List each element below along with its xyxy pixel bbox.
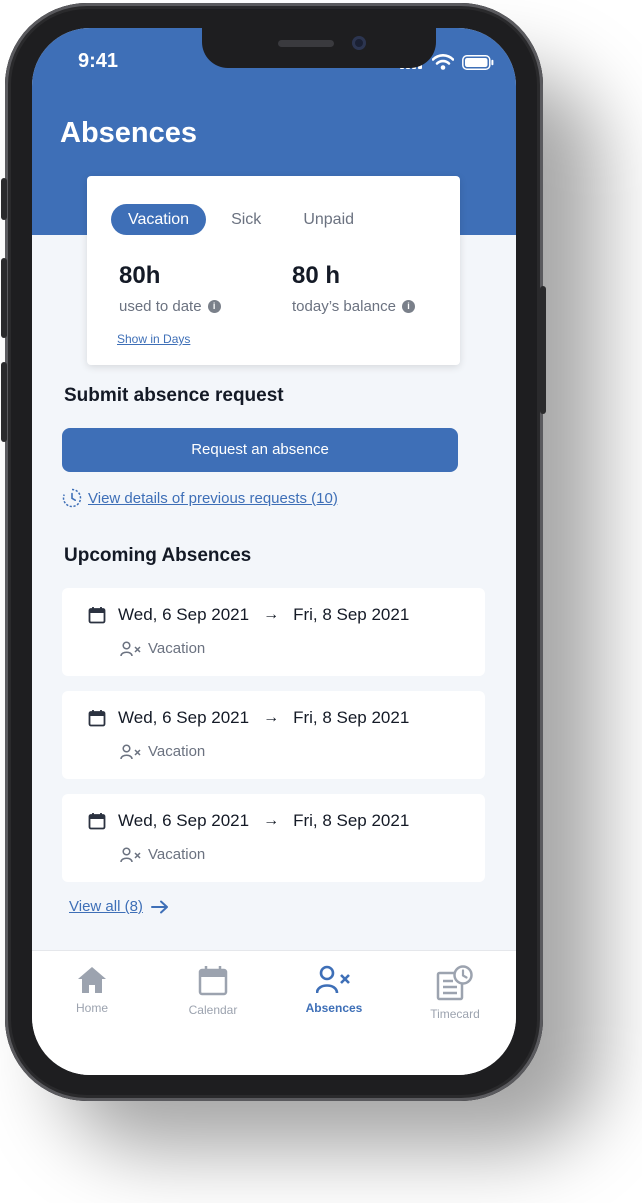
tabbar-label: Calendar — [188, 1003, 238, 1017]
tabbar-item-timecard[interactable]: Timecard — [405, 965, 505, 1021]
tabbar-label: Absences — [305, 1001, 363, 1015]
tab-vacation[interactable]: Vacation — [111, 204, 207, 235]
calendar-icon — [88, 607, 106, 624]
absence-type: Vacation — [120, 743, 205, 760]
show-in-days-link[interactable]: Show in Days — [117, 332, 190, 346]
mute-switch — [1, 178, 7, 220]
absence-card[interactable]: Wed, 6 Sep 2021 → Fri, 8 Sep 2021 Vacati… — [62, 588, 485, 676]
date-range: Wed, 6 Sep 2021 → Fri, 8 Sep 2021 — [88, 708, 409, 728]
tabbar-item-home[interactable]: Home — [42, 965, 142, 1015]
arrow-right-icon — [150, 900, 168, 913]
notch — [202, 28, 436, 68]
end-date: Fri, 8 Sep 2021 — [293, 605, 410, 624]
front-camera — [352, 36, 366, 50]
speaker-grille — [278, 40, 334, 47]
phone-screen: 9:41 Absences Vacation Sick Unpaid 80h u… — [32, 28, 516, 1075]
calendar-icon — [88, 813, 106, 830]
volume-up-button — [1, 258, 7, 338]
balance-label-row: today’s balance i — [292, 298, 415, 315]
start-date: Wed, 6 Sep 2021 — [118, 605, 250, 624]
used-value: 80h — [119, 262, 161, 289]
arrow-right-icon: → — [263, 812, 280, 829]
timecard-icon — [436, 965, 473, 1001]
wifi-icon — [432, 54, 454, 70]
balance-value: 80 h — [292, 262, 341, 289]
balance-card: Vacation Sick Unpaid 80h used to date i … — [87, 176, 460, 365]
request-absence-button[interactable]: Request an absence — [62, 428, 458, 472]
history-clock-icon — [62, 488, 82, 508]
absence-type-label: Vacation — [148, 846, 206, 863]
person-x-icon — [120, 640, 141, 656]
arrow-right-icon: → — [263, 709, 280, 726]
date-range: Wed, 6 Sep 2021 → Fri, 8 Sep 2021 — [88, 811, 409, 831]
person-x-icon — [316, 965, 350, 994]
info-icon[interactable]: i — [401, 300, 415, 313]
used-label-row: used to date i — [119, 298, 221, 315]
tab-sick[interactable]: Sick — [214, 204, 278, 235]
start-date: Wed, 6 Sep 2021 — [118, 811, 250, 830]
balance-stat: 80 h today’s balance i — [292, 262, 415, 315]
used-to-date-stat: 80h used to date i — [119, 262, 221, 315]
tabbar-item-calendar[interactable]: Calendar — [163, 965, 263, 1017]
bottom-tab-bar: Home Calendar Absences Timecard — [32, 950, 516, 1075]
home-icon — [78, 967, 106, 993]
view-all-label[interactable]: View all (8) — [69, 898, 143, 915]
used-label: used to date — [119, 298, 202, 315]
end-date: Fri, 8 Sep 2021 — [293, 811, 410, 830]
calendar-icon — [198, 966, 228, 996]
power-button — [540, 286, 546, 414]
arrow-right-icon: → — [263, 606, 280, 623]
info-icon[interactable]: i — [207, 300, 221, 313]
end-date: Fri, 8 Sep 2021 — [293, 708, 410, 727]
absence-type-label: Vacation — [148, 743, 206, 760]
absence-card[interactable]: Wed, 6 Sep 2021 → Fri, 8 Sep 2021 Vacati… — [62, 794, 485, 882]
absence-card[interactable]: Wed, 6 Sep 2021 → Fri, 8 Sep 2021 Vacati… — [62, 691, 485, 779]
volume-down-button — [1, 362, 7, 442]
start-date: Wed, 6 Sep 2021 — [118, 708, 250, 727]
date-range: Wed, 6 Sep 2021 → Fri, 8 Sep 2021 — [88, 605, 409, 625]
person-x-icon — [120, 743, 141, 759]
battery-icon — [462, 54, 494, 70]
absence-type: Vacation — [120, 846, 205, 863]
tabbar-item-absences[interactable]: Absences — [284, 965, 384, 1015]
balance-label: today’s balance — [292, 298, 396, 315]
previous-requests-link[interactable]: View details of previous requests (10) — [62, 488, 338, 508]
absence-type-tabs: Vacation Sick Unpaid — [111, 204, 371, 235]
absence-type: Vacation — [120, 640, 205, 657]
status-time: 9:41 — [78, 50, 119, 72]
upcoming-section-title: Upcoming Absences — [64, 545, 252, 566]
view-all-link[interactable]: View all (8) — [69, 898, 169, 915]
tab-unpaid[interactable]: Unpaid — [286, 204, 371, 235]
submit-section-title: Submit absence request — [64, 385, 284, 406]
calendar-icon — [88, 710, 106, 727]
page-title: Absences — [60, 117, 198, 149]
person-x-icon — [120, 846, 141, 862]
tabbar-label: Home — [75, 1001, 108, 1015]
tabbar-label: Timecard — [430, 1007, 480, 1021]
absence-type-label: Vacation — [148, 640, 206, 657]
previous-requests-label[interactable]: View details of previous requests (10) — [88, 490, 338, 507]
